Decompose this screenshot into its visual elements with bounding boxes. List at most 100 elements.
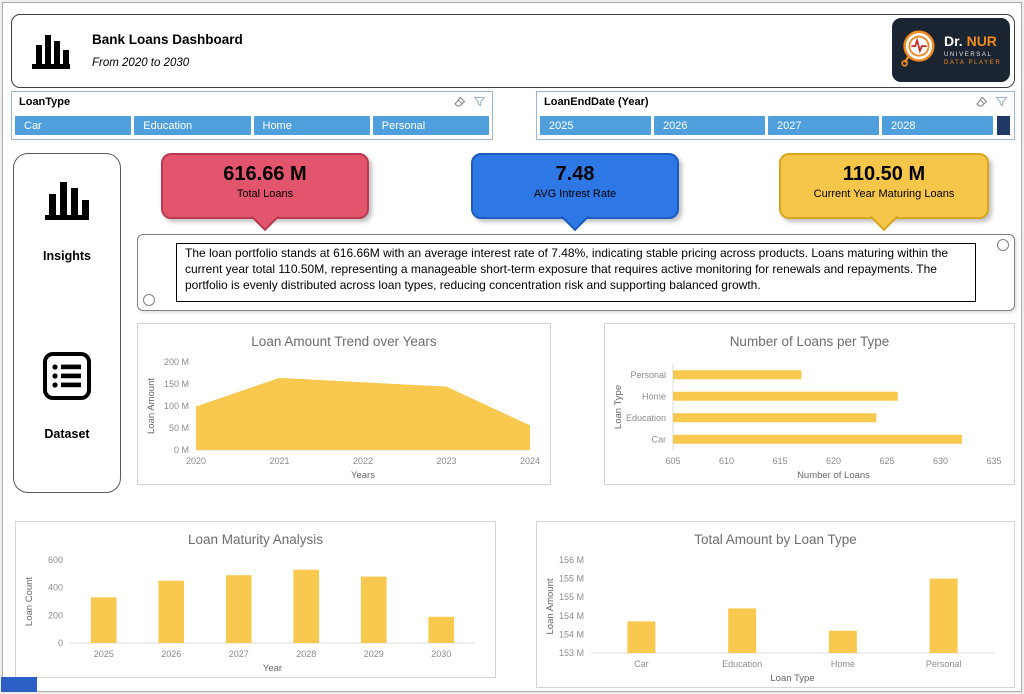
svg-text:Education: Education — [722, 659, 762, 669]
clear-selections-icon[interactable] — [975, 95, 988, 113]
loans-per-type-bar-chart[interactable]: 605610615620625630635PersonalHomeEducati… — [609, 354, 1010, 482]
page-subtitle: From 2020 to 2030 — [92, 57, 189, 69]
svg-text:605: 605 — [665, 456, 680, 466]
dataset-icon — [39, 391, 95, 408]
slicer-option-2025[interactable]: 2025 — [540, 116, 651, 135]
bar-2028[interactable] — [293, 570, 319, 643]
svg-text:630: 630 — [933, 456, 948, 466]
bar-Education[interactable] — [728, 608, 756, 653]
bar-Home[interactable] — [829, 631, 857, 653]
slicer-loanenddate: LoanEndDate (Year) 2025 2026 2027 2028 — [536, 91, 1015, 140]
brand-name: Dr. NUR — [944, 34, 1001, 49]
svg-text:2030: 2030 — [431, 649, 451, 659]
bar-Personal[interactable] — [930, 579, 958, 653]
svg-text:635: 635 — [986, 456, 1001, 466]
chart-panel-loans-per-type: Number of Loans per Type 605610615620625… — [604, 323, 1015, 485]
svg-text:610: 610 — [719, 456, 734, 466]
svg-text:2028: 2028 — [296, 649, 316, 659]
slicer-option-2028[interactable]: 2028 — [882, 116, 993, 135]
svg-text:155 M: 155 M — [559, 592, 584, 602]
chart-panel-loan-trend: Loan Amount Trend over Years 0 M50 M100 … — [137, 323, 551, 485]
svg-text:2029: 2029 — [364, 649, 384, 659]
chart-panel-loan-maturity: Loan Maturity Analysis 02004006002025202… — [15, 521, 496, 678]
nav-sidebar: Insights Dataset — [13, 153, 121, 493]
svg-text:2027: 2027 — [229, 649, 249, 659]
svg-text:600: 600 — [48, 555, 63, 565]
svg-text:0 M: 0 M — [174, 445, 189, 455]
slicer-loantype-label: LoanType — [19, 96, 70, 108]
kpi-total-loans-value: 616.66 M — [163, 163, 367, 186]
bar-2027[interactable] — [226, 575, 252, 643]
svg-text:200: 200 — [48, 610, 63, 620]
svg-text:2023: 2023 — [436, 456, 456, 466]
slicer-option-education[interactable]: Education — [134, 116, 250, 135]
sidebar-item-dataset[interactable]: Dataset — [14, 348, 120, 441]
svg-text:Home: Home — [831, 659, 855, 669]
svg-text:Number of Loans: Number of Loans — [797, 470, 870, 481]
slicer-option-car[interactable]: Car — [15, 116, 131, 135]
svg-text:0: 0 — [58, 638, 63, 648]
slicer-option-2027[interactable]: 2027 — [768, 116, 879, 135]
bar-2029[interactable] — [361, 577, 387, 643]
kpi-avg-interest-rate: 7.48 AVG Intrest Rate — [471, 153, 679, 219]
kpi-maturing-loans-value: 110.50 M — [781, 163, 987, 186]
clear-selections-icon[interactable] — [453, 95, 466, 113]
loan-maturity-column-chart[interactable]: 0200400600202520262027202820292030YearLo… — [20, 552, 491, 675]
kpi-maturing-loans-label: Current Year Maturing Loans — [781, 188, 987, 200]
summary-banner: The loan portfolio stands at 616.66M wit… — [137, 234, 1015, 311]
svg-text:2024: 2024 — [520, 456, 540, 466]
kpi-avg-interest-rate-label: AVG Intrest Rate — [473, 188, 677, 200]
chart-title: Loan Maturity Analysis — [16, 532, 495, 547]
header: Bank Loans Dashboard From 2020 to 2030 D… — [11, 14, 1015, 88]
svg-text:2022: 2022 — [353, 456, 373, 466]
chart-title: Total Amount by Loan Type — [537, 532, 1014, 547]
svg-text:Loan Amount: Loan Amount — [545, 578, 556, 634]
kpi-maturing-loans: 110.50 M Current Year Maturing Loans — [779, 153, 989, 219]
filter-icon[interactable] — [995, 95, 1008, 113]
brand-tagline-line1: UNIVERSAL — [944, 52, 1001, 59]
insights-icon — [39, 213, 95, 230]
bar-2025[interactable] — [91, 597, 117, 643]
sidebar-item-insights[interactable]: Insights — [14, 170, 120, 263]
svg-text:Home: Home — [642, 391, 666, 401]
chart-title: Loan Amount Trend over Years — [138, 334, 550, 349]
svg-text:155 M: 155 M — [559, 574, 584, 584]
loan-trend-area-chart[interactable]: 0 M50 M100 M150 M200 M202020212022202320… — [142, 354, 546, 482]
svg-text:156 M: 156 M — [559, 555, 584, 565]
svg-text:2020: 2020 — [186, 456, 206, 466]
bar-Car[interactable] — [673, 435, 962, 444]
svg-text:Loan Type: Loan Type — [613, 385, 624, 429]
svg-text:Car: Car — [634, 659, 649, 669]
svg-text:625: 625 — [879, 456, 894, 466]
svg-text:Loan Count: Loan Count — [24, 577, 35, 626]
bar-Personal[interactable] — [673, 370, 801, 379]
summary-text: The loan portfolio stands at 616.66M wit… — [176, 243, 976, 302]
filter-icon[interactable] — [473, 95, 486, 113]
svg-text:150 M: 150 M — [164, 379, 189, 389]
area-series[interactable] — [196, 378, 530, 450]
bar-Home[interactable] — [673, 392, 898, 401]
kpi-total-loans: 616.66 M Total Loans — [161, 153, 369, 219]
svg-text:620: 620 — [826, 456, 841, 466]
bar-2030[interactable] — [428, 617, 454, 643]
svg-text:400: 400 — [48, 583, 63, 593]
svg-text:200 M: 200 M — [164, 357, 189, 367]
slicer-option-2026[interactable]: 2026 — [654, 116, 765, 135]
slicer-loantype: LoanType Car Education Home Personal — [11, 91, 493, 140]
svg-text:Car: Car — [651, 434, 666, 444]
bar-Car[interactable] — [627, 621, 655, 653]
chart-title: Number of Loans per Type — [605, 334, 1014, 349]
bar-Education[interactable] — [673, 413, 876, 422]
slicer-option-home[interactable]: Home — [254, 116, 370, 135]
slicer-option-personal[interactable]: Personal — [373, 116, 489, 135]
svg-text:2026: 2026 — [161, 649, 181, 659]
slicer-scrollbar[interactable] — [997, 116, 1010, 135]
slicer-loantype-options: Car Education Home Personal — [15, 116, 489, 135]
sidebar-item-insights-label: Insights — [14, 249, 120, 263]
dashboard-logo-icon — [28, 27, 74, 73]
amount-by-type-column-chart[interactable]: 153 M154 M154 M155 M155 M156 MCarEducati… — [541, 552, 1010, 685]
bar-2026[interactable] — [158, 581, 184, 643]
svg-text:153 M: 153 M — [559, 648, 584, 658]
page-nav-tab[interactable] — [1, 677, 37, 692]
brand-logo: Dr. NUR UNIVERSAL DATA PLAYER — [892, 18, 1010, 82]
